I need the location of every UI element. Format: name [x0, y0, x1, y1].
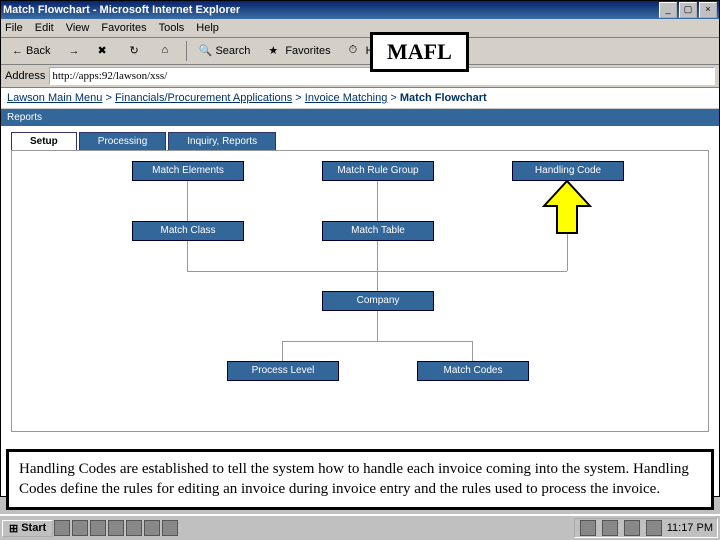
address-label: Address — [5, 70, 45, 82]
menu-edit[interactable]: Edit — [35, 22, 54, 34]
flowchart-canvas: Match Elements Match Rule Group Handling… — [11, 150, 709, 432]
window-title: Match Flowchart - Microsoft Internet Exp… — [3, 4, 657, 16]
tray-icon[interactable] — [602, 520, 618, 536]
crumb-main[interactable]: Lawson Main Menu — [7, 92, 102, 104]
quicklaunch-icon[interactable] — [54, 520, 70, 536]
history-icon: ⏱ — [349, 44, 363, 58]
menu-help[interactable]: Help — [196, 22, 219, 34]
tab-setup[interactable]: Setup — [11, 132, 77, 150]
tabs: Setup Processing Inquiry, Reports — [11, 132, 719, 150]
crumb-apps[interactable]: Financials/Procurement Applications — [115, 92, 292, 104]
clock: 11:17 PM — [667, 522, 713, 534]
search-icon: 🔍 — [198, 44, 212, 58]
yellow-up-arrow-icon — [542, 181, 592, 236]
box-company[interactable]: Company — [322, 291, 434, 311]
titlebar: Match Flowchart - Microsoft Internet Exp… — [1, 1, 719, 19]
address-bar: Address — [1, 65, 719, 88]
menu-favorites[interactable]: Favorites — [101, 22, 146, 34]
quicklaunch-icon[interactable] — [108, 520, 124, 536]
stop-icon: ✖ — [97, 44, 111, 58]
menu-tools[interactable]: Tools — [159, 22, 185, 34]
breadcrumb: Lawson Main Menu > Financials/Procuremen… — [1, 88, 719, 109]
box-process-level[interactable]: Process Level — [227, 361, 339, 381]
tray-icon[interactable] — [624, 520, 640, 536]
quicklaunch-icon[interactable] — [126, 520, 142, 536]
box-handling-code[interactable]: Handling Code — [512, 161, 624, 181]
crumb-current: Match Flowchart — [400, 92, 487, 104]
reports-bar[interactable]: Reports — [1, 109, 719, 126]
quicklaunch-icon[interactable] — [72, 520, 88, 536]
tab-processing[interactable]: Processing — [79, 132, 166, 150]
maximize-button[interactable]: ▢ — [679, 2, 697, 18]
quicklaunch-icon[interactable] — [162, 520, 178, 536]
toolbar: ← Back → ✖ ↻ ⌂ 🔍Search ★Favorites ⏱Histo… — [1, 38, 719, 65]
quicklaunch-icon[interactable] — [90, 520, 106, 536]
box-match-elements[interactable]: Match Elements — [132, 161, 244, 181]
refresh-icon: ↻ — [129, 44, 143, 58]
star-icon: ★ — [268, 44, 282, 58]
menu-file[interactable]: File — [5, 22, 23, 34]
box-match-class[interactable]: Match Class — [132, 221, 244, 241]
refresh-button[interactable]: ↻ — [122, 41, 150, 61]
menubar: File Edit View Favorites Tools Help — [1, 19, 719, 38]
tray-icon[interactable] — [646, 520, 662, 536]
close-button[interactable]: × — [699, 2, 717, 18]
taskbar: ⊞Start 11:17 PM — [0, 514, 720, 540]
tray-icon[interactable] — [580, 520, 596, 536]
stop-button[interactable]: ✖ — [90, 41, 118, 61]
favorites-button[interactable]: ★Favorites — [261, 41, 337, 61]
home-icon: ⌂ — [161, 44, 175, 58]
box-match-table[interactable]: Match Table — [322, 221, 434, 241]
menu-view[interactable]: View — [66, 22, 90, 34]
back-button[interactable]: ← Back — [5, 42, 57, 60]
quicklaunch-icon[interactable] — [144, 520, 160, 536]
box-match-rule-group[interactable]: Match Rule Group — [322, 161, 434, 181]
minimize-button[interactable]: _ — [659, 2, 677, 18]
search-button[interactable]: 🔍Search — [191, 41, 257, 61]
forward-button[interactable]: → — [61, 42, 86, 60]
windows-icon: ⊞ — [9, 522, 18, 535]
tab-inquiry[interactable]: Inquiry, Reports — [168, 132, 276, 150]
home-button[interactable]: ⌂ — [154, 41, 182, 61]
system-tray: 11:17 PM — [574, 518, 718, 538]
box-match-codes[interactable]: Match Codes — [417, 361, 529, 381]
description-callout: Handling Codes are established to tell t… — [6, 449, 714, 510]
start-button[interactable]: ⊞Start — [2, 520, 53, 537]
crumb-matching[interactable]: Invoice Matching — [305, 92, 388, 104]
mafl-callout: MAFL — [370, 32, 469, 72]
